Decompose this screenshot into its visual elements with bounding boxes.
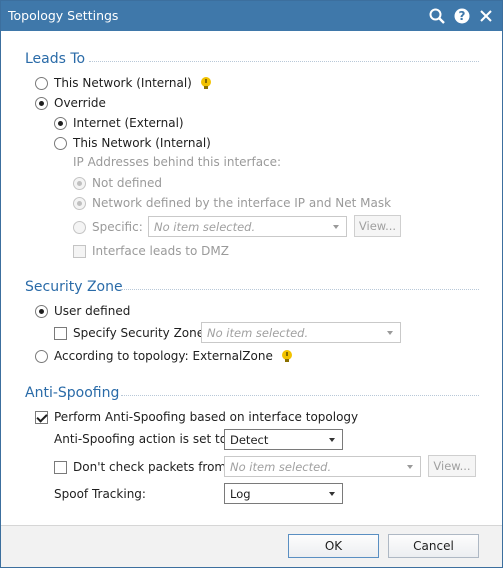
radio-this-network[interactable]: This Network (Internal) (35, 75, 213, 91)
select-value: No item selected. (230, 459, 332, 474)
radio-button[interactable] (35, 96, 48, 110)
anti-spoofing-action-select[interactable]: Detect (224, 429, 343, 450)
security-zone-select: No item selected. (201, 322, 401, 343)
specific-select: No item selected. (148, 216, 347, 237)
close-icon[interactable] (476, 6, 496, 26)
section-divider (121, 395, 479, 396)
radio-label: User defined (54, 304, 131, 318)
radio-override-this-network[interactable]: This Network (Internal) (54, 135, 211, 151)
radio-button[interactable] (35, 76, 48, 90)
radio-specific: Specific: (73, 219, 143, 235)
spoof-tracking-select[interactable]: Log (224, 483, 343, 504)
anti-spoofing-header: Anti-Spoofing (25, 385, 120, 401)
radio-label: Network defined by the interface IP and … (92, 196, 392, 210)
window-title: Topology Settings (8, 8, 119, 23)
checkbox-label: Don't check packets from: (73, 460, 231, 474)
dont-check-packets-select: No item selected. (224, 456, 421, 477)
checkbox-specify-zone[interactable]: Specify Security Zone: (54, 325, 208, 341)
radio-button[interactable] (54, 136, 67, 150)
lightbulb-icon[interactable] (199, 76, 213, 90)
chevron-down-icon (387, 330, 393, 335)
select-value: Log (230, 486, 251, 501)
radio-not-defined: Not defined (73, 175, 162, 191)
ok-button[interactable]: OK (288, 534, 379, 558)
radio-user-defined[interactable]: User defined (35, 303, 130, 319)
checkbox-label: Perform Anti-Spoofing based on interface… (54, 410, 359, 424)
chevron-down-icon (329, 437, 335, 442)
section-divider (121, 289, 479, 290)
section-divider (89, 61, 479, 62)
radio-button (73, 196, 86, 210)
radio-label: This Network (Internal) (54, 76, 192, 90)
radio-override[interactable]: Override (35, 95, 106, 111)
radio-internet-external[interactable]: Internet (External) (54, 115, 184, 131)
ip-behind-label: IP Addresses behind this interface: (73, 155, 282, 169)
svg-text:?: ? (459, 9, 466, 23)
checkbox-label: Specify Security Zone: (73, 326, 209, 340)
security-zone-header: Security Zone (25, 279, 123, 295)
checkbox[interactable] (54, 326, 67, 340)
radio-label: Internet (External) (73, 116, 184, 130)
topology-settings-dialog: Topology Settings ? Leads To This Networ… (0, 0, 503, 568)
anti-spoofing-action-label: Anti-Spoofing action is set to (54, 432, 228, 446)
radio-button (73, 176, 86, 190)
checkbox-dont-check-packets[interactable]: Don't check packets from: (54, 459, 230, 475)
search-icon[interactable] (427, 6, 447, 26)
radio-label: According to topology: ExternalZone (54, 349, 273, 363)
select-value: No item selected. (154, 219, 256, 234)
radio-button[interactable] (35, 304, 48, 318)
radio-according-to-topology[interactable]: According to topology: ExternalZone (35, 348, 294, 364)
lightbulb-icon[interactable] (280, 349, 294, 363)
radio-button (73, 220, 86, 234)
checkbox-label: Interface leads to DMZ (92, 244, 229, 258)
checkbox[interactable] (54, 460, 67, 474)
radio-label: This Network (Internal) (73, 136, 211, 150)
radio-network-defined: Network defined by the interface IP and … (73, 195, 391, 211)
radio-label: Override (54, 96, 106, 110)
help-icon[interactable]: ? (452, 6, 472, 26)
radio-button[interactable] (54, 116, 67, 130)
checkbox[interactable] (35, 410, 48, 424)
checkbox-leads-to-dmz: Interface leads to DMZ (73, 243, 229, 259)
chevron-down-icon (407, 464, 413, 469)
select-value: No item selected. (207, 325, 309, 340)
dont-check-view-button: View... (428, 455, 476, 477)
specific-view-button: View... (354, 215, 401, 237)
checkbox (73, 244, 86, 258)
title-bar: Topology Settings ? (1, 1, 502, 31)
checkbox-perform-anti-spoofing[interactable]: Perform Anti-Spoofing based on interface… (35, 409, 358, 425)
cancel-button[interactable]: Cancel (388, 534, 479, 558)
chevron-down-icon (333, 224, 339, 229)
radio-label: Specific: (92, 220, 143, 234)
chevron-down-icon (329, 491, 335, 496)
leads-to-header: Leads To (25, 51, 86, 67)
spoof-tracking-label: Spoof Tracking: (54, 487, 146, 501)
radio-button[interactable] (35, 349, 48, 363)
radio-label: Not defined (92, 176, 163, 190)
select-value: Detect (230, 432, 269, 447)
